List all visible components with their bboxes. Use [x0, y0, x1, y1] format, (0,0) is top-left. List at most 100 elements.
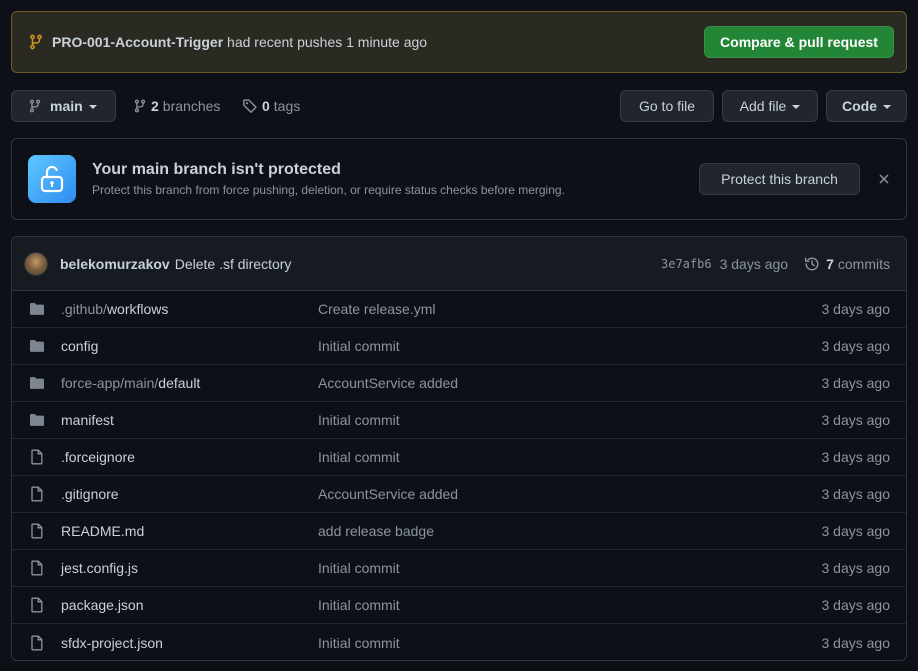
- file-icon: [29, 560, 45, 576]
- file-name-link[interactable]: README.md: [61, 523, 318, 539]
- git-branch-icon: [28, 34, 44, 50]
- code-label: Code: [842, 98, 877, 114]
- tags-count: 0: [262, 98, 270, 114]
- git-branch-icon: [133, 98, 147, 114]
- table-row: .gitignore AccountService added 3 days ago: [12, 476, 906, 513]
- commit-time: 3 days ago: [719, 255, 789, 272]
- add-file-button[interactable]: Add file: [722, 90, 818, 122]
- recent-pushes-message: had recent pushes 1 minute ago: [227, 34, 428, 50]
- pushed-branch-link[interactable]: PRO-001-Account-Trigger: [52, 34, 223, 50]
- file-commit-date: 3 days ago: [821, 523, 891, 539]
- folder-icon: [29, 338, 45, 354]
- close-icon[interactable]: [878, 173, 890, 185]
- table-row: config Initial commit 3 days ago: [12, 328, 906, 365]
- file-icon: [29, 635, 45, 651]
- file-name-link[interactable]: force-app/main/default: [61, 375, 318, 391]
- file-commit-date: 3 days ago: [821, 634, 891, 651]
- file-name-link[interactable]: sfdx-project.json: [61, 635, 318, 651]
- file-commit-message[interactable]: Initial commit: [318, 635, 400, 651]
- file-name-link[interactable]: manifest: [61, 412, 318, 428]
- file-commit-date: 3 days ago: [821, 449, 891, 465]
- branches-label: branches: [162, 98, 221, 114]
- file-commit-date: 3 days ago: [821, 486, 891, 502]
- file-name-link[interactable]: jest.config.js: [61, 560, 318, 576]
- file-commit-message[interactable]: Initial commit: [318, 412, 400, 428]
- add-file-label: Add file: [739, 98, 787, 114]
- chevron-down-icon: [88, 105, 97, 109]
- file-commit-message[interactable]: Initial commit: [318, 449, 400, 465]
- commit-author[interactable]: belekomurzakov: [60, 256, 170, 272]
- file-commit-date: 3 days ago: [821, 338, 891, 354]
- table-row: README.md add release badge 3 days ago: [12, 513, 906, 550]
- commit-hash[interactable]: 3e7afb6: [661, 257, 712, 271]
- file-icon: [29, 597, 45, 613]
- file-commit-message[interactable]: Create release.yml: [318, 301, 436, 317]
- file-commit-message[interactable]: Initial commit: [318, 597, 400, 613]
- table-row: sfdx-project.json Initial commit 3 days ag…: [12, 624, 906, 660]
- file-commit-date: 3 days ago: [821, 375, 891, 391]
- chevron-down-icon: [883, 105, 891, 109]
- branch-selector-label: main: [50, 98, 83, 114]
- tag-icon: [242, 98, 258, 114]
- file-icon: [29, 449, 45, 465]
- tags-label: tags: [273, 98, 301, 114]
- branch-selector[interactable]: main: [11, 90, 116, 122]
- code-button[interactable]: Code: [826, 90, 907, 122]
- file-name-link[interactable]: .forceignore: [61, 449, 318, 465]
- file-name-link[interactable]: .gitignore: [61, 486, 318, 502]
- recent-pushes-text: PRO-001-Account-Trigger had recent pushe…: [52, 34, 427, 50]
- table-row: force-app/main/default AccountService add…: [12, 365, 906, 402]
- avatar[interactable]: [24, 251, 48, 276]
- go-to-file-button[interactable]: Go to file: [620, 90, 714, 122]
- file-browser: belekomurzakov Delete .sf directory 3e7a…: [11, 236, 907, 661]
- latest-commit: belekomurzakov Delete .sf directory 3e7a…: [12, 237, 906, 291]
- file-path-prefix: .github/: [61, 301, 107, 317]
- commit-message[interactable]: Delete .sf directory: [175, 256, 292, 272]
- file-name: workflows: [106, 301, 169, 317]
- file-commit-message[interactable]: Initial commit: [318, 560, 400, 576]
- table-row: manifest Initial commit 3 days ago: [12, 402, 906, 439]
- branch-protection-notice: Your main branch isn't protected Protect…: [11, 138, 907, 220]
- table-row: jest.config.js Initial commit 3 days ago: [12, 550, 906, 587]
- commits-label: commits: [837, 255, 890, 272]
- file-name: .gitignore: [61, 486, 119, 502]
- folder-icon: [29, 375, 45, 391]
- file-icon: [29, 523, 45, 539]
- file-name-link[interactable]: config: [61, 338, 318, 354]
- folder-icon: [29, 301, 45, 317]
- protection-subtitle: Protect this branch from force pushing, …: [92, 183, 565, 197]
- file-commit-date: 3 days ago: [821, 597, 891, 613]
- file-name-link[interactable]: .github/workflows: [61, 301, 318, 317]
- file-name-link[interactable]: package.json: [61, 597, 318, 613]
- file-commit-message[interactable]: AccountService added: [318, 486, 458, 502]
- file-commit-date: 3 days ago: [821, 301, 891, 317]
- file-commit-date: 3 days ago: [821, 560, 891, 576]
- file-commit-date: 3 days ago: [821, 412, 891, 428]
- file-commit-message[interactable]: Initial commit: [318, 338, 400, 354]
- folder-icon: [29, 412, 45, 428]
- file-name: README.md: [61, 523, 145, 539]
- file-commit-message[interactable]: AccountService added: [318, 375, 458, 391]
- protection-title: Your main branch isn't protected: [92, 161, 341, 178]
- file-name: package.json: [61, 597, 144, 613]
- file-name: .forceignore: [61, 449, 135, 465]
- file-name: sfdx-project.json: [61, 634, 163, 651]
- git-branch-icon: [28, 98, 42, 114]
- branches-link[interactable]: 2 branches: [133, 97, 220, 115]
- commits-link[interactable]: 7 commits: [804, 256, 890, 272]
- compare-pull-request-button[interactable]: Compare & pull request: [704, 26, 894, 58]
- file-commit-message[interactable]: add release badge: [318, 523, 434, 539]
- file-name: config: [61, 338, 99, 354]
- commits-count: 7: [826, 255, 834, 272]
- table-row: package.json Initial commit 3 days ago: [12, 587, 906, 624]
- file-name: default: [158, 375, 201, 391]
- history-icon: [804, 256, 820, 272]
- tags-link[interactable]: 0 tags: [242, 97, 300, 115]
- unlock-icon: [28, 155, 76, 203]
- protection-text: Your main branch isn't protected Protect…: [92, 161, 565, 197]
- table-row: .forceignore Initial commit 3 days ago: [12, 439, 906, 476]
- file-path-prefix: force-app/main/: [61, 375, 159, 391]
- table-row: .github/workflows Create release.yml 3 day…: [12, 291, 906, 328]
- protect-branch-button[interactable]: Protect this branch: [699, 163, 860, 195]
- file-name: manifest: [61, 412, 114, 428]
